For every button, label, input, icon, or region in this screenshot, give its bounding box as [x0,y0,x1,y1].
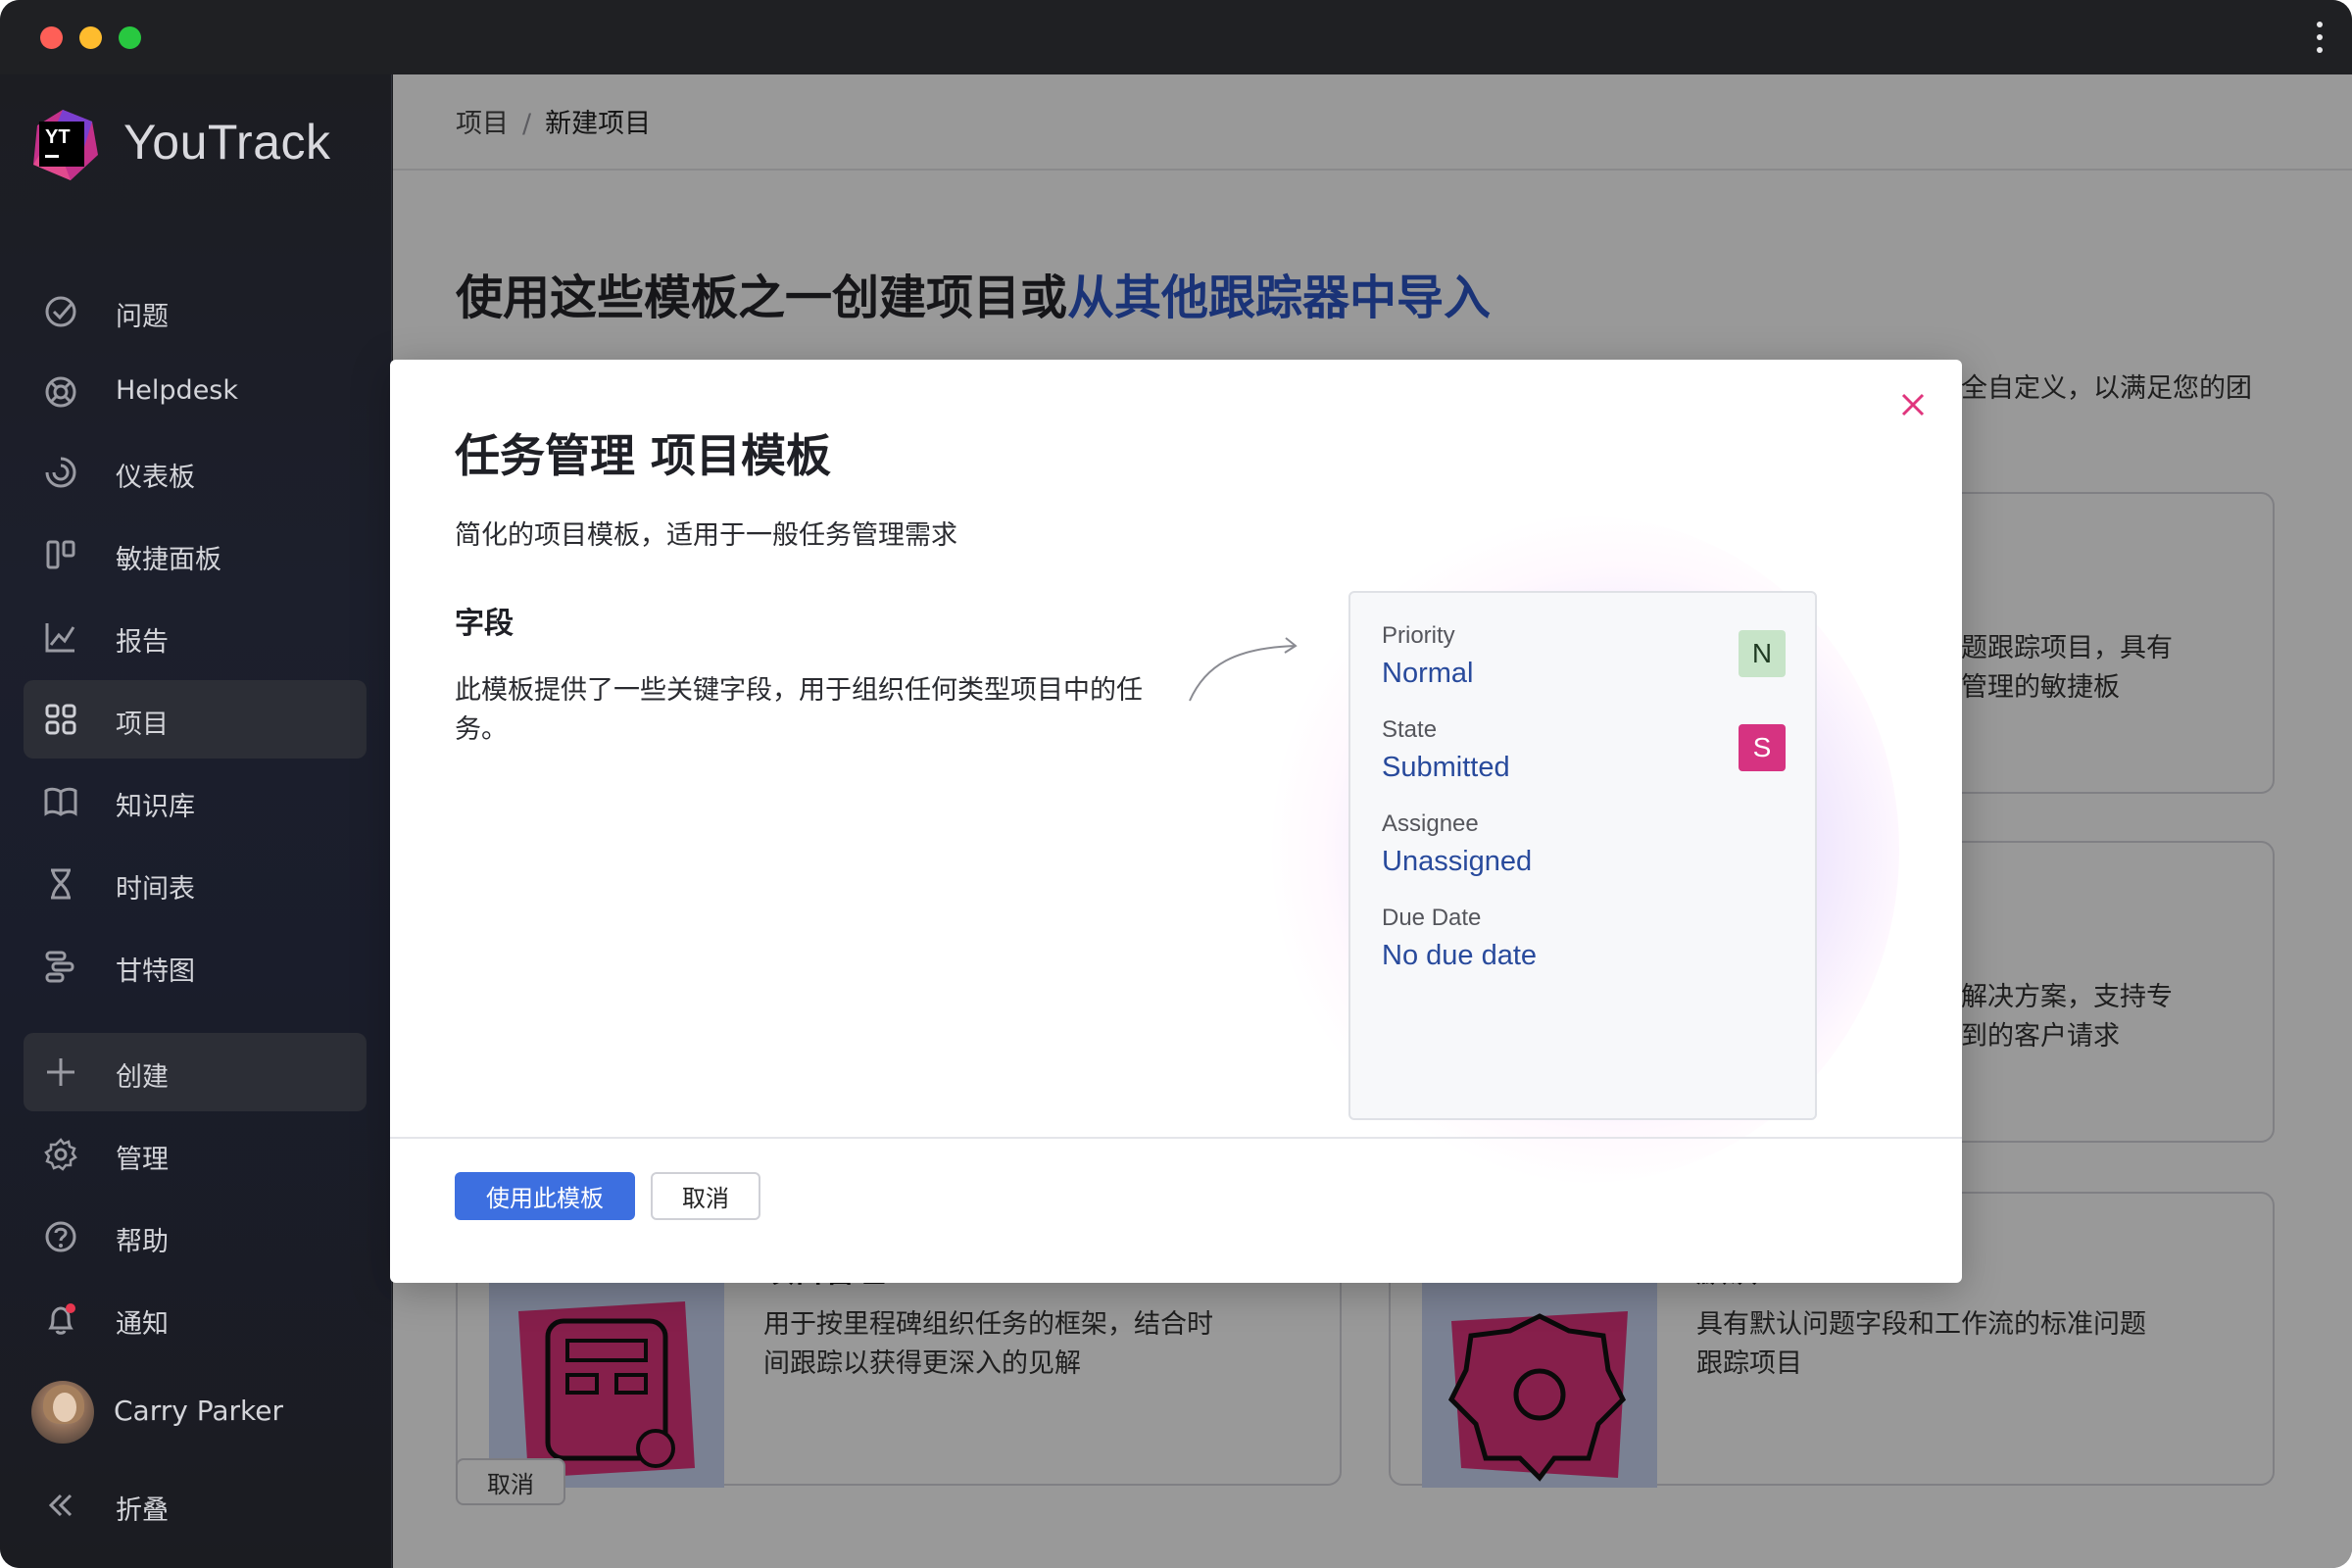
sidebar-item-label: 通知 [116,1309,169,1340]
template-modal: 任务管理 项目模板 简化的项目模板，适用于一般任务管理需求 字段 此模板提供了一… [390,360,1962,1283]
field-label: Due Date [1382,905,1482,931]
modal-subtitle: 简化的项目模板，适用于一般任务管理需求 [455,520,957,551]
app-name: YouTrack [123,115,331,170]
field-value: Unassigned [1382,846,1533,877]
user-profile[interactable]: Carry Parker [31,1381,374,1449]
sidebar-item-label: Helpdesk [116,375,239,406]
modal-title: 任务管理 项目模板 [455,429,832,482]
check-circle-icon [45,296,76,327]
book-icon [44,787,77,816]
sidebar-item-create[interactable]: 创建 [24,1033,367,1111]
sidebar-item-help[interactable]: 帮助 [24,1198,367,1276]
field-due-date: Due Date No due date [1382,905,1537,972]
sidebar-item-issues[interactable]: 问题 [24,272,367,351]
sidebar-item-label: 折叠 [116,1495,169,1526]
gear-icon [44,1138,77,1171]
app-window: YT YouTrack 问题 Helpdesk 仪表板 敏捷面板 报告 项目 知… [0,0,2352,1568]
help-icon [45,1221,76,1252]
sidebar-item-label: 帮助 [116,1227,169,1257]
lifebuoy-icon [45,376,76,408]
sidebar-item-label: 知识库 [116,792,195,822]
use-template-button[interactable]: 使用此模板 [455,1172,635,1220]
field-label: State [1382,716,1438,743]
close-icon[interactable] [1897,389,1929,420]
maximize-window-button[interactable] [119,26,141,49]
hourglass-icon [51,868,71,900]
cancel-button[interactable]: 取消 [651,1172,760,1220]
sidebar-item-label: 甘特图 [116,956,195,987]
grid-icon [45,704,76,735]
priority-badge: N [1739,630,1786,677]
svg-text:YT: YT [45,126,71,148]
sidebar-item-label: 管理 [116,1145,169,1175]
fields-section-title: 字段 [455,607,514,641]
sidebar-item-projects[interactable]: 项目 [24,680,367,759]
sidebar-item-timesheets[interactable]: 时间表 [24,845,367,923]
field-priority: Priority Normal [1382,622,1473,690]
field-assignee: Assignee Unassigned [1382,810,1532,878]
sidebar-item-label: 仪表板 [116,463,195,493]
bell-icon [48,1303,75,1335]
minimize-window-button[interactable] [79,26,102,49]
sidebar: YT YouTrack 问题 Helpdesk 仪表板 敏捷面板 报告 项目 知… [0,74,392,1568]
field-value: Submitted [1382,752,1510,783]
field-value: No due date [1382,940,1538,971]
field-label: Priority [1382,622,1455,649]
close-window-button[interactable] [40,26,63,49]
field-label: Assignee [1382,810,1479,837]
sidebar-item-knowledge-base[interactable]: 知识库 [24,762,367,841]
sidebar-item-label: 创建 [116,1062,169,1093]
gantt-icon [45,951,74,983]
dashboard-icon [45,457,76,488]
fields-section-description: 此模板提供了一些关键字段，用于组织任何类型项目中的任务。 [455,675,1143,745]
sidebar-item-label: 问题 [116,302,169,332]
field-value: Normal [1382,658,1474,689]
sidebar-item-label: 时间表 [116,874,195,905]
user-name: Carry Parker [114,1395,283,1427]
sidebar-item-gantt[interactable]: 甘特图 [24,927,367,1005]
modal-footer-divider [390,1137,1962,1139]
plus-icon [47,1058,74,1086]
field-state: State Submitted [1382,716,1510,784]
sidebar-collapse-button[interactable]: 折叠 [24,1466,367,1544]
youtrack-logo-icon: YT [33,110,98,180]
sidebar-item-label: 报告 [116,627,169,658]
sidebar-item-notifications[interactable]: 通知 [24,1280,367,1358]
more-options-icon[interactable] [2315,22,2325,53]
avatar [31,1381,94,1444]
curved-arrow-icon [1189,637,1298,702]
sidebar-item-label: 敏捷面板 [116,545,221,575]
fields-preview-panel: Priority Normal N State Submitted S Assi… [1348,591,1817,1120]
sidebar-item-dashboard[interactable]: 仪表板 [24,433,367,512]
double-chevron-left-icon [48,1494,73,1517]
agile-board-icon [46,540,75,569]
sidebar-item-agile-boards[interactable]: 敏捷面板 [24,515,367,594]
title-bar [0,0,2352,74]
chart-line-icon [45,623,75,653]
sidebar-item-label: 项目 [116,710,169,740]
brand[interactable]: YT YouTrack [24,104,376,192]
sidebar-item-administration[interactable]: 管理 [24,1115,367,1194]
state-badge: S [1739,724,1786,771]
sidebar-item-helpdesk[interactable]: Helpdesk [24,353,367,431]
sidebar-item-reports[interactable]: 报告 [24,598,367,676]
